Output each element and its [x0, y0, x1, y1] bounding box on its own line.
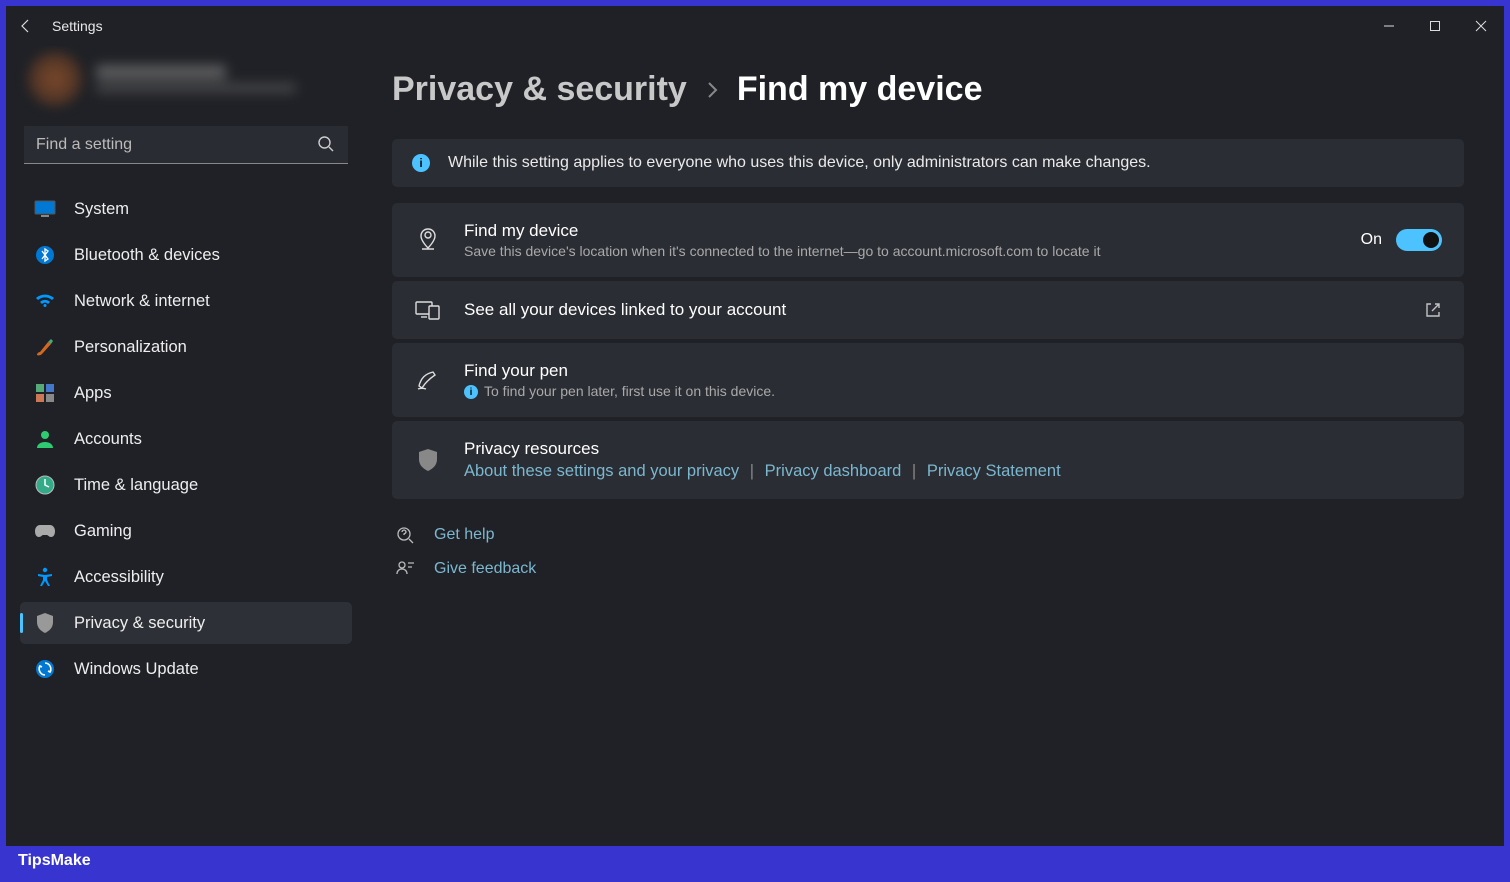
privacy-resources-row: Privacy resources About these settings a… [392, 421, 1464, 499]
maximize-button[interactable] [1412, 10, 1458, 42]
sidebar-item-privacy-security[interactable]: Privacy & security [20, 602, 352, 644]
sidebar-item-accessibility[interactable]: Accessibility [20, 556, 352, 598]
sidebar-item-time-language[interactable]: Time & language [20, 464, 352, 506]
find-pen-row: Find your pen i To find your pen later, f… [392, 343, 1464, 417]
link-privacy-dashboard[interactable]: Privacy dashboard [765, 462, 902, 480]
linked-devices-title: See all your devices linked to your acco… [464, 300, 1402, 320]
find-pen-title: Find your pen [464, 361, 1442, 381]
wifi-icon [34, 290, 56, 312]
info-icon: i [464, 385, 478, 399]
find-my-device-row: Find my device Save this device's locati… [392, 203, 1464, 277]
sidebar-item-apps[interactable]: Apps [20, 372, 352, 414]
sidebar-item-label: Network & internet [74, 292, 210, 311]
privacy-resources-title: Privacy resources [464, 439, 1442, 459]
sidebar-item-system[interactable]: System [20, 188, 352, 230]
sidebar-item-label: Bluetooth & devices [74, 246, 220, 265]
sidebar-item-gaming[interactable]: Gaming [20, 510, 352, 552]
apps-icon [34, 382, 56, 404]
breadcrumb-parent[interactable]: Privacy & security [392, 70, 687, 109]
person-icon [34, 428, 56, 450]
external-link-icon [1424, 301, 1442, 319]
get-help-link[interactable]: Get help [392, 525, 1464, 545]
find-device-toggle[interactable] [1396, 229, 1442, 251]
find-device-sub: Save this device's location when it's co… [464, 243, 1339, 259]
search-icon[interactable] [316, 134, 336, 154]
gamepad-icon [34, 520, 56, 542]
sidebar-item-windows-update[interactable]: Windows Update [20, 648, 352, 690]
back-icon[interactable] [18, 18, 34, 34]
sidebar-item-label: Apps [74, 384, 112, 403]
info-icon: i [412, 154, 430, 172]
sidebar-item-label: Gaming [74, 522, 132, 541]
accessibility-icon [34, 566, 56, 588]
sidebar-item-network[interactable]: Network & internet [20, 280, 352, 322]
sidebar-item-personalization[interactable]: Personalization [20, 326, 352, 368]
give-feedback-label: Give feedback [434, 560, 536, 578]
sidebar-item-label: Accessibility [74, 568, 164, 587]
find-pen-sub: To find your pen later, first use it on … [484, 383, 775, 399]
breadcrumb-current: Find my device [737, 70, 983, 109]
info-banner-text: While this setting applies to everyone w… [448, 154, 1151, 172]
watermark-text: TipsMake [18, 852, 91, 870]
clock-globe-icon [34, 474, 56, 496]
monitor-icon [34, 198, 56, 220]
linked-devices-row[interactable]: See all your devices linked to your acco… [392, 281, 1464, 339]
info-banner: i While this setting applies to everyone… [392, 139, 1464, 187]
sidebar-item-accounts[interactable]: Accounts [20, 418, 352, 460]
help-icon [394, 525, 416, 545]
sidebar-item-label: Personalization [74, 338, 187, 357]
sidebar-item-bluetooth[interactable]: Bluetooth & devices [20, 234, 352, 276]
avatar-icon [28, 52, 82, 106]
window-title: Settings [52, 18, 103, 34]
sidebar-item-label: Time & language [74, 476, 198, 495]
minimize-button[interactable] [1366, 10, 1412, 42]
search-input[interactable] [24, 126, 348, 164]
close-button[interactable] [1458, 10, 1504, 42]
shield-icon [34, 612, 56, 634]
chevron-right-icon [705, 79, 719, 101]
sidebar-item-label: Privacy & security [74, 614, 205, 633]
shield-icon [414, 447, 442, 473]
user-profile[interactable] [20, 46, 352, 118]
watermark-footer: TipsMake [6, 846, 1504, 876]
location-pin-icon [414, 227, 442, 253]
paintbrush-icon [34, 336, 56, 358]
bluetooth-icon [34, 244, 56, 266]
give-feedback-link[interactable]: Give feedback [392, 559, 1464, 579]
toggle-label: On [1361, 231, 1382, 249]
devices-icon [414, 299, 442, 321]
sidebar-item-label: Accounts [74, 430, 142, 449]
breadcrumb: Privacy & security Find my device [392, 70, 1464, 109]
get-help-label: Get help [434, 526, 494, 544]
link-privacy-statement[interactable]: Privacy Statement [927, 462, 1061, 480]
sidebar-item-label: Windows Update [74, 660, 199, 679]
link-about-privacy[interactable]: About these settings and your privacy [464, 462, 739, 480]
feedback-icon [394, 559, 416, 579]
sidebar-item-label: System [74, 200, 129, 219]
pen-icon [414, 368, 442, 392]
update-icon [34, 658, 56, 680]
find-device-title: Find my device [464, 221, 1339, 241]
